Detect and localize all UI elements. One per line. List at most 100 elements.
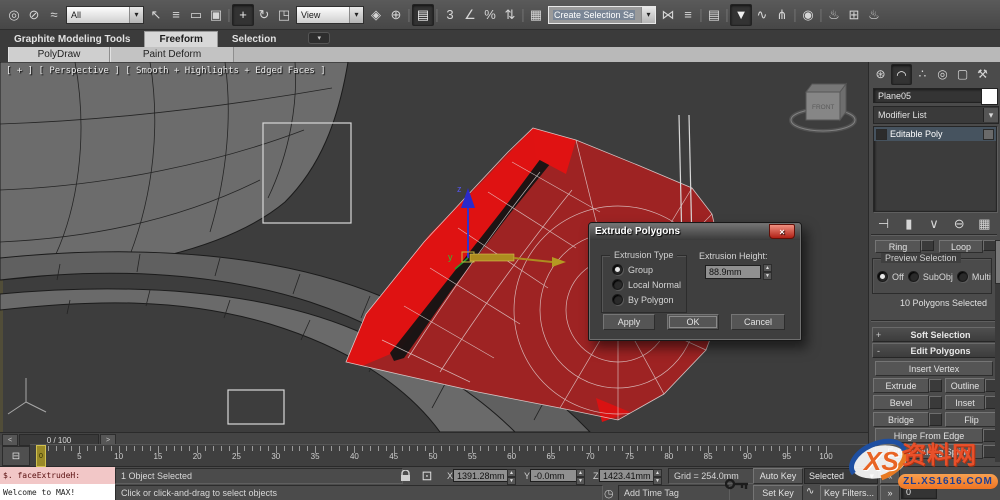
- extrude-settings-button[interactable]: [929, 379, 942, 392]
- selection-filter-dropdown[interactable]: All ▾: [66, 5, 144, 24]
- extrusion-height-field[interactable]: 88.9mm: [705, 265, 761, 279]
- x-spinner[interactable]: ▲ ▼: [507, 469, 516, 485]
- object-name-field[interactable]: Plane05: [873, 88, 985, 103]
- cancel-button[interactable]: Cancel: [731, 314, 785, 330]
- snaps-toggle-3d-icon[interactable]: 3: [440, 4, 460, 24]
- loop-button[interactable]: Loop: [939, 240, 983, 253]
- layer-manager-icon[interactable]: ▤: [704, 5, 724, 25]
- radio-group[interactable]: [612, 264, 623, 275]
- spinner-up-icon[interactable]: ▲: [763, 264, 772, 272]
- y-spinner[interactable]: ▲ ▼: [576, 469, 585, 485]
- maxscript-listener-line1[interactable]: $. faceExtrudeH:: [0, 467, 115, 485]
- trackbar-prev-button[interactable]: <: [2, 434, 18, 446]
- spinner-down-icon[interactable]: ▼: [763, 272, 772, 280]
- ring-button[interactable]: Ring: [875, 240, 921, 253]
- go-to-end-button[interactable]: »: [880, 485, 900, 500]
- inset-button[interactable]: Inset: [945, 395, 985, 410]
- render-production-icon[interactable]: ♨: [864, 5, 884, 25]
- motion-tab-icon[interactable]: ◎: [933, 64, 952, 83]
- tab-selection[interactable]: Selection: [218, 32, 290, 47]
- z-coord-field[interactable]: 1423.41mm: [599, 469, 659, 482]
- maxscript-listener-line2[interactable]: Welcome to MAX!: [0, 484, 115, 500]
- apply-button[interactable]: Apply: [603, 314, 655, 330]
- radio-preview-multi[interactable]: [956, 271, 968, 282]
- edit-named-selection-sets-icon[interactable]: ▦: [526, 5, 546, 25]
- curve-editor-icon[interactable]: ∿: [752, 5, 772, 25]
- add-time-tag-button[interactable]: Add Time Tag: [618, 485, 730, 500]
- percent-snap-icon[interactable]: %: [480, 4, 500, 24]
- outline-button[interactable]: Outline: [945, 378, 985, 393]
- hinge-from-edge-button[interactable]: Hinge From Edge: [875, 428, 983, 443]
- render-setup-icon[interactable]: ♨: [824, 5, 844, 25]
- extrude-button[interactable]: Extrude: [873, 378, 929, 393]
- rectangular-selection-region-icon[interactable]: ▭: [186, 5, 206, 25]
- unlink-selection-icon[interactable]: ⊘: [24, 5, 44, 25]
- show-end-result-icon[interactable]: ▮: [899, 214, 919, 234]
- radio-preview-subobj[interactable]: [907, 271, 919, 282]
- modify-tab-icon[interactable]: ◠: [891, 64, 912, 85]
- new-key-curve-icon[interactable]: ∿: [806, 486, 814, 497]
- rendered-frame-window-icon[interactable]: ⊞: [844, 5, 864, 25]
- extrusion-height-spinner[interactable]: ▲ ▼: [763, 264, 772, 280]
- schematic-view-icon[interactable]: ⋔: [772, 5, 792, 25]
- hierarchy-tab-icon[interactable]: ∴: [913, 64, 932, 83]
- radio-local-normal[interactable]: [612, 279, 623, 290]
- ribbon-minimize-button[interactable]: ▾: [308, 32, 331, 44]
- select-by-name-icon[interactable]: ≡: [166, 5, 186, 25]
- bevel-settings-button[interactable]: [929, 396, 942, 409]
- current-frame-field[interactable]: 0: [901, 485, 937, 499]
- utilities-tab-icon[interactable]: ⚒: [973, 64, 992, 83]
- ring-spinner[interactable]: [921, 240, 934, 251]
- set-key-button[interactable]: Set Key: [753, 485, 803, 500]
- flip-button[interactable]: Flip: [945, 412, 998, 427]
- object-color-swatch[interactable]: [981, 88, 998, 105]
- radio-by-polygon[interactable]: [612, 294, 623, 305]
- tab-polydraw[interactable]: PolyDraw: [8, 47, 110, 62]
- rollout-edit-polygons[interactable]: - Edit Polygons: [872, 343, 998, 358]
- keyboard-shortcut-override-icon[interactable]: ▤: [412, 3, 434, 26]
- extrude-along-spline-button[interactable]: Extrude Along Spline: [875, 444, 983, 459]
- select-and-manipulate-icon[interactable]: ⊕: [386, 5, 406, 25]
- bind-to-space-warp-icon[interactable]: ≈: [44, 4, 64, 24]
- y-coord-field[interactable]: -0.0mm: [530, 469, 582, 482]
- insert-vertex-button[interactable]: Insert Vertex: [875, 361, 993, 376]
- graphite-ribbon-toggle-icon[interactable]: ▼: [730, 3, 752, 26]
- x-coord-field[interactable]: 1391.28mm: [453, 469, 513, 482]
- select-and-rotate-icon[interactable]: ↻: [254, 5, 274, 25]
- select-and-move-icon[interactable]: +: [232, 3, 254, 26]
- timeline-ruler[interactable]: 5 10 15 20 25 30 35 40 45 50 55 60 65 70 75 80 85 90 95 100: [30, 444, 868, 468]
- go-to-start-button[interactable]: «: [880, 468, 900, 484]
- display-tab-icon[interactable]: ▢: [953, 64, 972, 83]
- open-mini-curve-editor-icon[interactable]: ⊟: [2, 446, 30, 466]
- tab-freeform[interactable]: Freeform: [144, 31, 218, 47]
- window-crossing-icon[interactable]: ▣: [206, 5, 226, 25]
- named-selection-set-dropdown[interactable]: Create Selection Se ▾: [548, 5, 656, 24]
- set-keys-key-icon[interactable]: [724, 469, 750, 499]
- absolute-mode-icon[interactable]: ⊡: [418, 468, 436, 483]
- create-tab-icon[interactable]: ⊛: [871, 64, 890, 83]
- tab-graphite-modeling-tools[interactable]: Graphite Modeling Tools: [0, 32, 144, 47]
- select-and-scale-icon[interactable]: ◳: [274, 5, 294, 25]
- use-pivot-point-center-icon[interactable]: ◈: [366, 5, 386, 25]
- close-icon[interactable]: ×: [769, 224, 795, 239]
- remove-modifier-icon[interactable]: ⊖: [949, 214, 969, 234]
- stack-item-editable-poly[interactable]: Editable Poly: [874, 127, 996, 141]
- modifier-list-dropdown[interactable]: Modifier List ▾: [873, 106, 999, 124]
- auto-key-button[interactable]: Auto Key: [753, 468, 803, 484]
- material-editor-icon[interactable]: ◉: [798, 5, 818, 25]
- tab-paint-deform[interactable]: Paint Deform: [110, 47, 234, 62]
- reference-coordinate-dropdown[interactable]: View ▾: [296, 5, 364, 24]
- radio-preview-off[interactable]: [877, 271, 888, 282]
- align-icon[interactable]: ≡: [678, 5, 698, 25]
- panel-scroll-thumb[interactable]: [995, 240, 1000, 284]
- dialog-titlebar[interactable]: Extrude Polygons ×: [589, 223, 801, 240]
- stack-pin-icon[interactable]: [983, 128, 994, 140]
- key-filters-button[interactable]: Key Filters...: [820, 485, 878, 500]
- viewport-label[interactable]: [ + ] [ Perspective ] [ Smooth + Highlig…: [6, 66, 326, 76]
- selection-lock-icon[interactable]: [396, 468, 414, 483]
- select-object-icon[interactable]: ↖: [146, 5, 166, 25]
- configure-modifier-sets-icon[interactable]: ▦: [974, 214, 994, 234]
- make-unique-icon[interactable]: ∨: [924, 214, 944, 234]
- pin-stack-icon[interactable]: ⊣: [874, 214, 894, 234]
- z-spinner[interactable]: ▲ ▼: [653, 469, 662, 485]
